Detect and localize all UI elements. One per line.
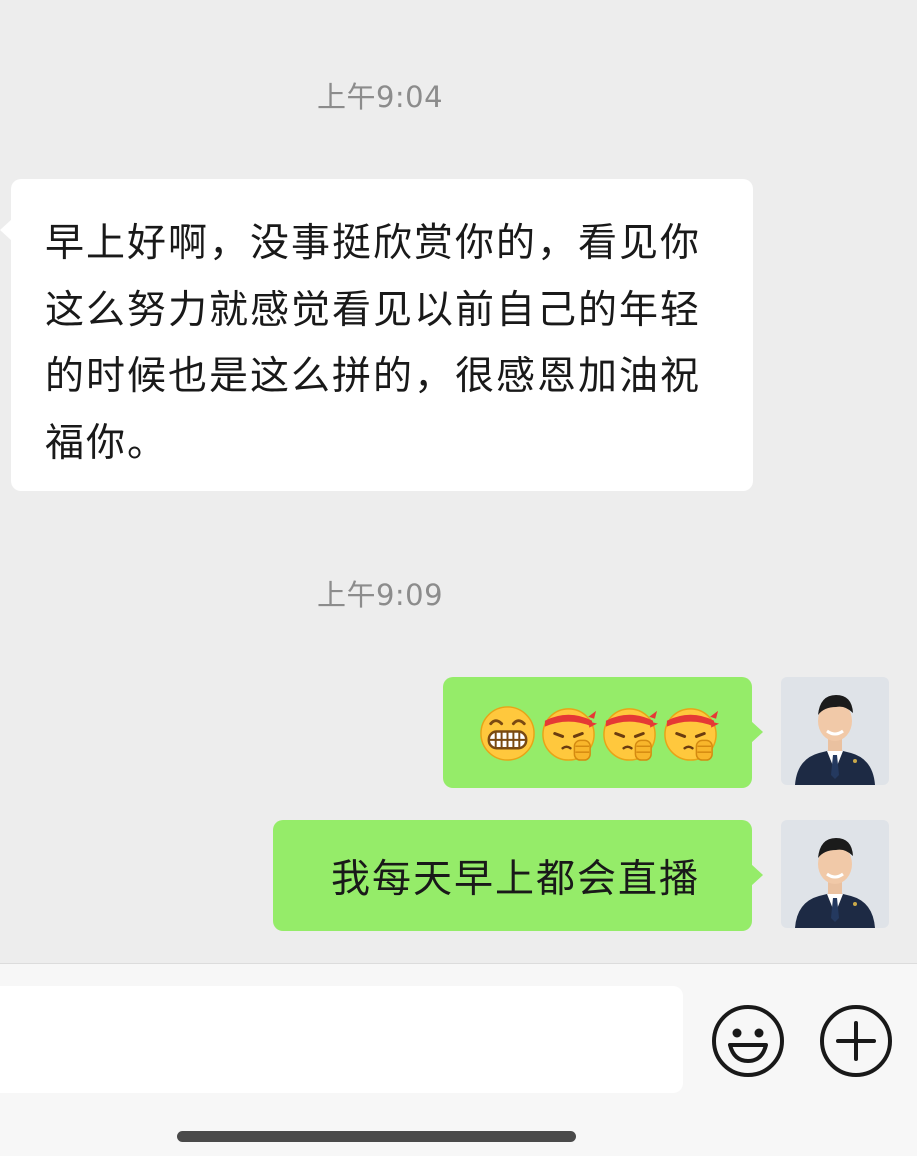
- determined-face-icon: [664, 708, 720, 761]
- incoming-message-bubble[interactable]: 早上好啊，没事挺欣赏你的，看见你这么努力就感觉看见以前自己的年轻的时候也是这么拼…: [0, 179, 753, 491]
- outgoing-message-text: 我每天早上都会直播: [330, 856, 700, 902]
- grinning-face-icon: [480, 706, 535, 761]
- outgoing-message-bubble[interactable]: 我每天早上都会直播: [273, 820, 763, 931]
- message-timestamp: 上午9:09: [316, 578, 444, 612]
- input-bar: [0, 963, 917, 1156]
- home-indicator: [177, 1131, 576, 1142]
- determined-face-icon: [603, 708, 659, 761]
- incoming-message-text: 早上好啊，没事挺欣赏你的，看见你这么努力就感觉看见以前自己的年轻的时候也是这么拼…: [45, 221, 702, 466]
- sender-avatar[interactable]: [781, 820, 889, 928]
- more-options-plus-icon[interactable]: [819, 1004, 893, 1078]
- chat-area: 上午9:04 早上好啊，没事挺欣赏你的，看见你这么努力就感觉看见以前自己的年轻的…: [0, 0, 917, 963]
- sender-avatar[interactable]: [781, 677, 889, 785]
- emoji-picker-icon[interactable]: [711, 1004, 785, 1078]
- determined-face-icon: [542, 708, 598, 761]
- outgoing-emoji-bubble[interactable]: [443, 677, 763, 788]
- message-timestamp: 上午9:04: [316, 80, 444, 114]
- message-input[interactable]: [0, 986, 683, 1093]
